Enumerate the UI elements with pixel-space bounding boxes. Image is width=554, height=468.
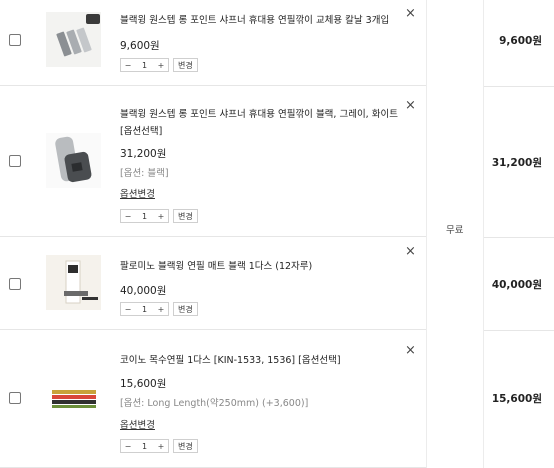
product-price: 9,600원 (120, 40, 160, 52)
row-total: 15,600원 (491, 393, 542, 405)
item-checkbox[interactable] (9, 155, 21, 167)
quantity-change-button[interactable]: 변경 (173, 302, 198, 316)
product-name[interactable]: 블랙윙 원스텝 롱 포인트 샤프너 휴대용 연필깎이 블랙, 그레이, 화이트 … (120, 106, 400, 140)
minus-icon[interactable]: − (121, 440, 135, 452)
product-price: 31,200원 (120, 148, 167, 160)
quantity-control: − 1 + 변경 (120, 209, 198, 223)
product-thumbnail[interactable] (46, 133, 101, 188)
quantity-value[interactable]: 1 (135, 210, 154, 222)
quantity-control: − 1 + 변경 (120, 439, 198, 453)
quantity-change-button[interactable]: 변경 (173, 439, 198, 453)
minus-icon[interactable]: − (121, 59, 135, 71)
minus-icon[interactable]: − (121, 210, 135, 222)
product-thumbnail[interactable] (46, 255, 101, 310)
product-thumbnail[interactable] (46, 12, 101, 67)
product-option: [옵션: Long Length(약250mm) (+3,600)] (120, 398, 309, 409)
quantity-stepper: − 1 + (120, 302, 169, 316)
minus-icon[interactable]: − (121, 303, 135, 315)
cart-row: 팔로미노 블랙윙 연필 매트 블랙 1다스 (12자루) 40,000원 − 1… (0, 237, 426, 330)
plus-icon[interactable]: + (154, 210, 168, 222)
plus-icon[interactable]: + (154, 59, 168, 71)
quantity-control: − 1 + 변경 (120, 58, 198, 72)
quantity-value[interactable]: 1 (135, 59, 154, 71)
quantity-control: − 1 + 변경 (120, 302, 198, 316)
close-icon[interactable]: × (405, 245, 416, 258)
close-icon[interactable]: × (405, 99, 416, 112)
item-checkbox[interactable] (9, 392, 21, 404)
option-change-link[interactable]: 옵션변경 (120, 417, 155, 431)
quantity-stepper: − 1 + (120, 58, 169, 72)
cart-row: 블랙윙 원스텝 롱 포인트 샤프너 휴대용 연필깎이 교체용 칼날 3개입 9,… (0, 0, 426, 86)
cart-row: 코이노 목수연필 1다스 [KIN-1533, 1536] [옵션선택] 15,… (0, 330, 426, 468)
product-thumbnail[interactable] (46, 370, 101, 425)
total-divider (484, 330, 554, 331)
product-name[interactable]: 블랙윙 원스텝 롱 포인트 샤프너 휴대용 연필깎이 교체용 칼날 3개입 (120, 12, 400, 29)
plus-icon[interactable]: + (154, 303, 168, 315)
cart-row: 블랙윙 원스텝 롱 포인트 샤프너 휴대용 연필깎이 블랙, 그레이, 화이트 … (0, 86, 426, 237)
quantity-value[interactable]: 1 (135, 440, 154, 452)
product-name[interactable]: 코이노 목수연필 1다스 [KIN-1533, 1536] [옵션선택] (120, 352, 400, 369)
close-icon[interactable]: × (405, 7, 416, 20)
row-total: 40,000원 (491, 279, 542, 291)
option-change-link[interactable]: 옵션변경 (120, 186, 155, 200)
column-divider (426, 0, 427, 468)
item-checkbox[interactable] (9, 278, 21, 290)
total-divider (484, 237, 554, 238)
quantity-change-button[interactable]: 변경 (173, 58, 198, 72)
plus-icon[interactable]: + (154, 440, 168, 452)
row-total: 31,200원 (491, 157, 542, 169)
product-option: [옵션: 블랙] (120, 168, 169, 179)
item-checkbox[interactable] (9, 34, 21, 46)
quantity-stepper: − 1 + (120, 439, 169, 453)
product-name[interactable]: 팔로미노 블랙윙 연필 매트 블랙 1다스 (12자루) (120, 258, 400, 275)
total-divider (484, 86, 554, 87)
product-price: 15,600원 (120, 378, 167, 390)
close-icon[interactable]: × (405, 344, 416, 357)
shipping-fee: 무료 (446, 225, 464, 236)
product-price: 40,000원 (120, 285, 167, 297)
quantity-change-button[interactable]: 변경 (173, 209, 198, 223)
quantity-value[interactable]: 1 (135, 303, 154, 315)
quantity-stepper: − 1 + (120, 209, 169, 223)
row-total: 9,600원 (499, 35, 542, 47)
